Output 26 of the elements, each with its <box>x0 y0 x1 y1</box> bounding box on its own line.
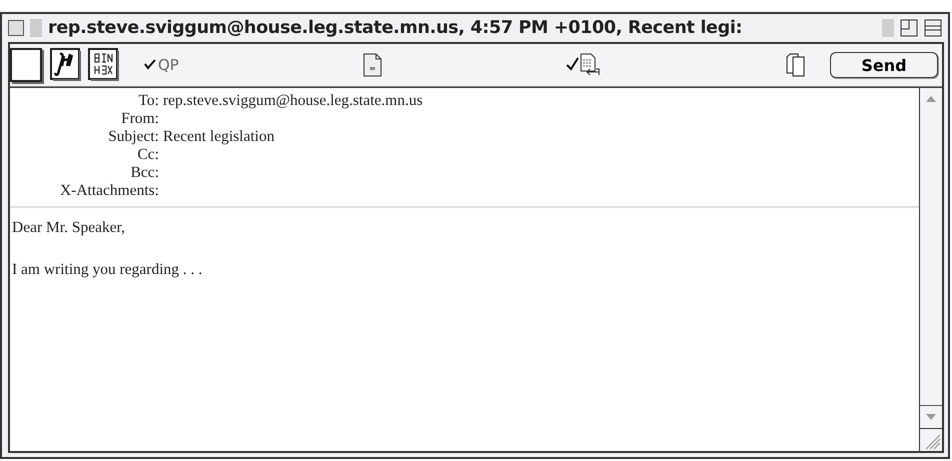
script-letters-icon[interactable] <box>50 48 82 82</box>
body-line: Dear Mr. Speaker, <box>12 218 126 238</box>
close-box[interactable] <box>8 20 24 36</box>
qp-toggle[interactable]: QP <box>144 56 179 74</box>
binhex-icon[interactable] <box>88 48 120 82</box>
check-icon <box>144 58 156 70</box>
scroll-down-icon[interactable] <box>920 405 942 429</box>
document-icon[interactable] <box>362 53 383 77</box>
header-value[interactable]: Recent legislation <box>163 128 919 146</box>
header-label: Subject: <box>107 128 159 146</box>
header-label: To: <box>138 92 159 110</box>
send-button[interactable]: Send <box>830 52 938 78</box>
scrollbar[interactable] <box>919 88 942 451</box>
signature-button[interactable] <box>10 48 42 82</box>
checked-document-icon[interactable] <box>566 52 602 78</box>
title-stripes-icon <box>882 19 894 37</box>
title-stripes-icon <box>30 19 42 37</box>
header-value[interactable]: rep.steve.sviggum@house.leg.state.mn.us <box>163 92 919 110</box>
window-title: rep.steve.sviggum@house.leg.state.mn.us, 4:57 PM +0100, Recent legi: <box>48 18 744 38</box>
header-label: From: <box>120 110 159 128</box>
header-label: Bcc: <box>130 164 159 182</box>
collapse-box-icon[interactable] <box>924 19 942 37</box>
zoom-box-icon[interactable] <box>900 19 918 37</box>
header-label: Cc: <box>136 146 159 164</box>
body-line: I am writing you regarding . . . <box>12 260 204 280</box>
header-label: X-Attachments: <box>58 182 159 200</box>
